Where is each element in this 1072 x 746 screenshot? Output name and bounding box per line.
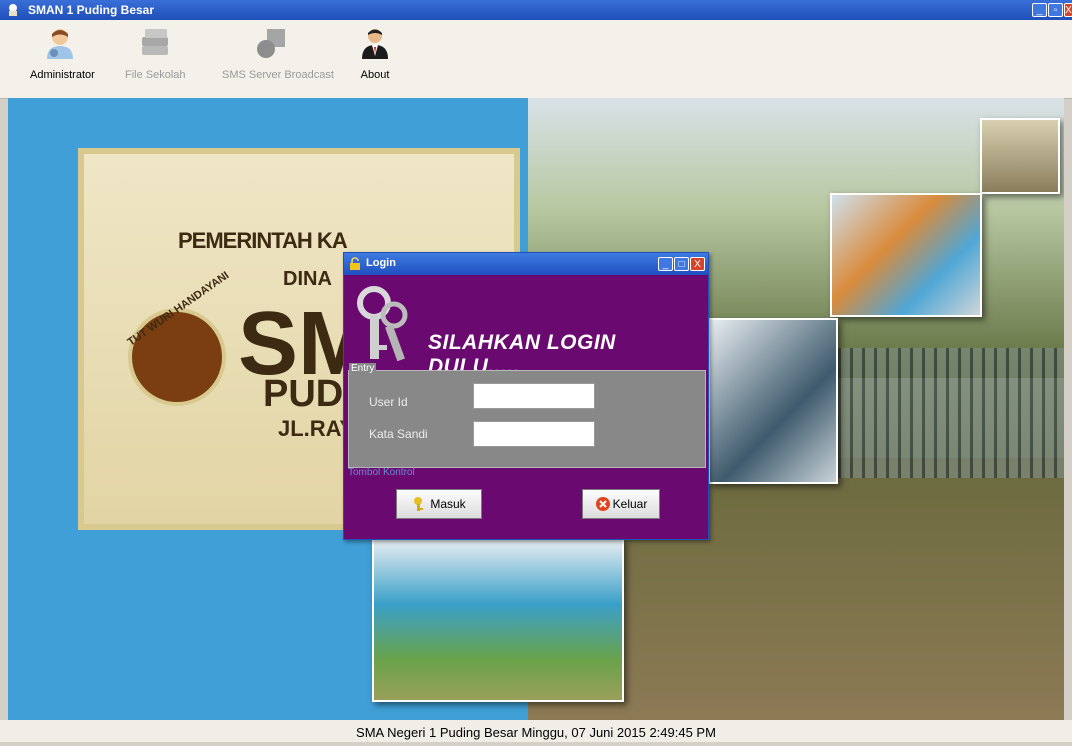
photo-classroom: [980, 118, 1060, 194]
entry-legend: Entry: [349, 363, 377, 374]
background-fence: [838, 348, 1064, 478]
masuk-label: Masuk: [430, 497, 466, 511]
keluar-label: Keluar: [612, 497, 648, 511]
admin-user-icon: [47, 29, 73, 59]
cancel-icon: [595, 497, 610, 511]
minimize-button[interactable]: _: [1032, 3, 1047, 17]
lock-icon: [350, 257, 360, 270]
sms-server-icon: [257, 29, 285, 58]
keluar-button[interactable]: Keluar: [582, 489, 660, 519]
restore-button[interactable]: ▫: [1048, 3, 1063, 17]
sign-text: PEMERINTAH KA: [178, 228, 348, 253]
sign-text: DINA: [283, 268, 332, 290]
main-toolbar: Administrator File Sekolah SMS Server Br…: [0, 20, 1072, 99]
file-stack-icon: [142, 29, 168, 55]
user-id-input[interactable]: [473, 383, 595, 409]
toolbar-label: Administrator: [30, 69, 95, 81]
control-legend: Tombol Kontrol: [348, 467, 415, 478]
toolbar-file-sekolah[interactable]: File Sekolah: [125, 26, 186, 81]
school-emblem: [128, 308, 226, 406]
login-minimize-button[interactable]: _: [658, 257, 673, 271]
window-titlebar: SMAN 1 Puding Besar _ ▫ X: [0, 0, 1072, 20]
photo-computer-lab: [708, 318, 838, 484]
photo-school-building: [372, 538, 624, 702]
close-button[interactable]: X: [1064, 3, 1072, 17]
toolbar-sms-server[interactable]: SMS Server Broadcast: [222, 26, 334, 81]
window-title: SMAN 1 Puding Besar: [28, 3, 155, 17]
keys-icon: [357, 286, 408, 362]
login-maximize-button[interactable]: □: [674, 257, 689, 271]
person-suit-icon: [362, 29, 388, 59]
login-title: Login: [366, 257, 396, 269]
toolbar-administrator[interactable]: Administrator: [30, 26, 95, 81]
app-icon: [9, 4, 17, 16]
login-titlebar: Login _ □ X: [344, 253, 708, 275]
photo-corridor: [830, 193, 982, 317]
user-id-label: User Id: [369, 395, 408, 409]
masuk-button[interactable]: Masuk: [396, 489, 482, 519]
login-close-button[interactable]: X: [690, 257, 705, 271]
toolbar-about[interactable]: About: [355, 26, 395, 81]
password-label: Kata Sandi: [369, 427, 428, 441]
key-icon: [414, 497, 424, 511]
password-input[interactable]: [473, 421, 595, 447]
login-dialog: Login _ □ X SILAHKAN LOGIN DULU..... Ent…: [343, 252, 709, 540]
toolbar-label: About: [360, 69, 390, 81]
toolbar-label: File Sekolah: [125, 69, 186, 81]
toolbar-label: SMS Server Broadcast: [222, 69, 334, 81]
status-bar: SMA Negeri 1 Puding Besar Minggu, 07 Jun…: [0, 720, 1072, 742]
entry-panel: Entry User Id Kata Sandi: [348, 363, 706, 468]
